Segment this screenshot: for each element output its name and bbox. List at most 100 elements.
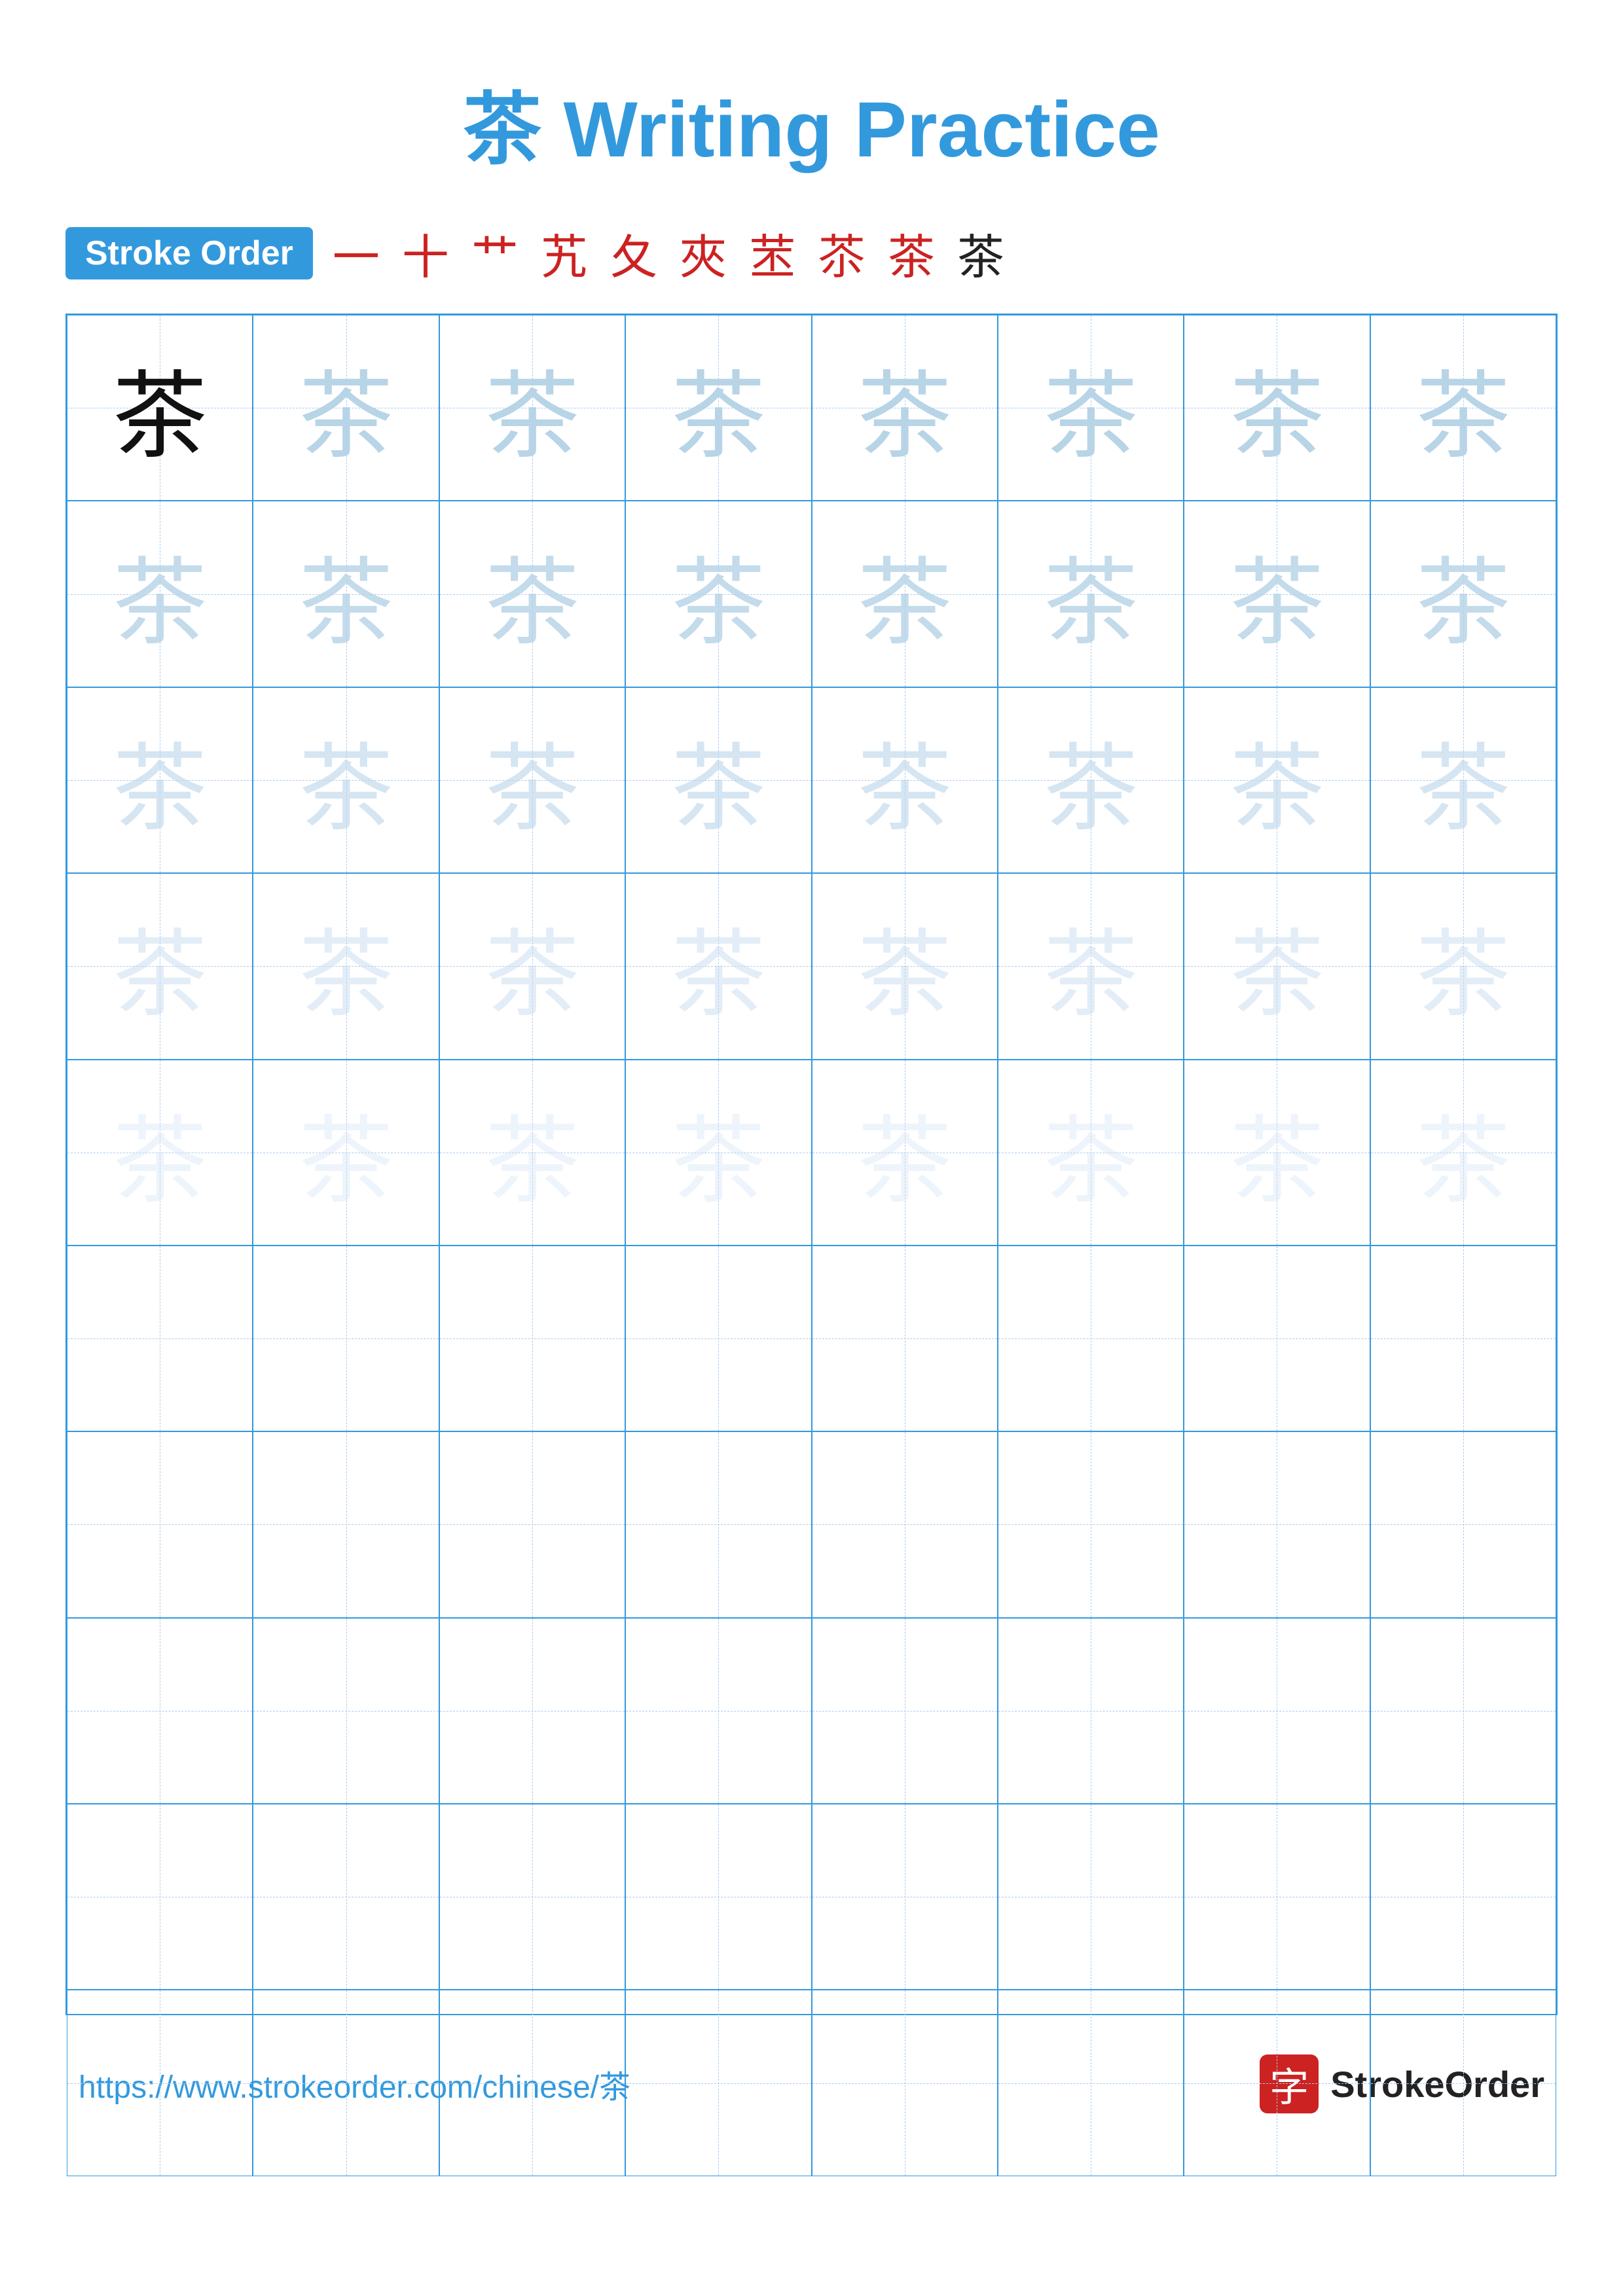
grid-cell [67, 1618, 253, 1804]
stroke-order-row: Stroke Order 一 十 艹 艽 夂 夾 苤 苶 茶 茶 [65, 219, 1558, 287]
grid-cell: 茶 [812, 315, 998, 501]
grid-cell: 茶 [1184, 315, 1370, 501]
grid-cell: 茶 [253, 315, 439, 501]
grid-cell: 茶 [67, 687, 253, 873]
practice-character: 茶 [1415, 526, 1510, 663]
practice-character: 茶 [1230, 1084, 1324, 1221]
grid-cell [812, 1246, 998, 1431]
grid-cell: 茶 [1370, 873, 1556, 1059]
grid-cell [998, 1804, 1184, 1990]
practice-character: 茶 [857, 526, 952, 663]
grid-cell [812, 1431, 998, 1617]
practice-character: 茶 [671, 1084, 766, 1221]
grid-cell [1370, 1804, 1556, 1990]
grid-cell: 茶 [625, 501, 811, 687]
grid-cell [1184, 1618, 1370, 1804]
practice-character: 茶 [857, 1084, 952, 1221]
page-title: 茶 Writing Practice [65, 65, 1558, 179]
grid-cell [625, 1431, 811, 1617]
practice-character: 茶 [1415, 339, 1510, 476]
grid-cell [812, 1990, 998, 2176]
grid-cell [1370, 1990, 1556, 2176]
grid-cell [812, 1804, 998, 1990]
practice-character: 茶 [857, 897, 952, 1035]
practice-character: 茶 [484, 526, 579, 663]
grid-cell [1184, 1804, 1370, 1990]
practice-character: 茶 [113, 339, 208, 476]
grid-cell: 茶 [439, 873, 625, 1059]
grid-cell: 茶 [625, 687, 811, 873]
grid-cell [439, 1246, 625, 1431]
grid-cell [998, 1618, 1184, 1804]
grid-cell [1370, 1431, 1556, 1617]
grid-cell: 茶 [253, 1060, 439, 1246]
grid-cell: 茶 [253, 873, 439, 1059]
grid-cell: 茶 [439, 687, 625, 873]
grid-cell: 茶 [812, 501, 998, 687]
practice-character: 茶 [1230, 897, 1324, 1035]
grid-cell: 茶 [625, 873, 811, 1059]
grid-cell [253, 1804, 439, 1990]
practice-character: 茶 [299, 526, 393, 663]
practice-character: 茶 [1230, 339, 1324, 476]
grid-cell: 茶 [67, 315, 253, 501]
practice-character: 茶 [113, 526, 208, 663]
grid-cell [998, 1431, 1184, 1617]
practice-character: 茶 [671, 897, 766, 1035]
practice-grid: 茶茶茶茶茶茶茶茶茶茶茶茶茶茶茶茶茶茶茶茶茶茶茶茶茶茶茶茶茶茶茶茶茶茶茶茶茶茶茶茶 [65, 314, 1558, 2015]
practice-character: 茶 [1415, 897, 1510, 1035]
grid-cell: 茶 [1370, 687, 1556, 873]
practice-character: 茶 [484, 711, 579, 849]
grid-cell: 茶 [625, 315, 811, 501]
grid-cell [67, 1804, 253, 1990]
grid-cell [1184, 1431, 1370, 1617]
grid-cell: 茶 [998, 315, 1184, 501]
grid-cell: 茶 [67, 1060, 253, 1246]
practice-character: 茶 [113, 1084, 208, 1221]
grid-cell: 茶 [67, 501, 253, 687]
grid-cell: 茶 [1184, 873, 1370, 1059]
grid-cell [253, 1246, 439, 1431]
grid-cell [439, 1804, 625, 1990]
grid-cell [67, 1990, 253, 2176]
practice-character: 茶 [671, 526, 766, 663]
grid-cell: 茶 [1370, 315, 1556, 501]
grid-cell [439, 1618, 625, 1804]
practice-character: 茶 [1415, 1084, 1510, 1221]
grid-cell [625, 1246, 811, 1431]
practice-character: 茶 [671, 339, 766, 476]
grid-cell [1184, 1246, 1370, 1431]
grid-cell: 茶 [998, 687, 1184, 873]
practice-character: 茶 [671, 711, 766, 849]
grid-cell: 茶 [1184, 501, 1370, 687]
grid-cell: 茶 [439, 501, 625, 687]
grid-cell [439, 1990, 625, 2176]
grid-cell [439, 1431, 625, 1617]
grid-cell [812, 1618, 998, 1804]
stroke-sequence: 一 十 艹 艽 夂 夾 苤 苶 茶 茶 [333, 219, 1010, 287]
grid-cell: 茶 [439, 1060, 625, 1246]
practice-character: 茶 [1415, 711, 1510, 849]
grid-cell [67, 1246, 253, 1431]
practice-character: 茶 [113, 711, 208, 849]
grid-cell [1370, 1618, 1556, 1804]
practice-character: 茶 [857, 711, 952, 849]
practice-character: 茶 [1230, 711, 1324, 849]
stroke-order-badge: Stroke Order [65, 227, 313, 279]
grid-cell: 茶 [625, 1060, 811, 1246]
grid-cell: 茶 [1370, 1060, 1556, 1246]
grid-cell [253, 1618, 439, 1804]
practice-character: 茶 [299, 711, 393, 849]
grid-cell: 茶 [439, 315, 625, 501]
practice-character: 茶 [1044, 897, 1139, 1035]
practice-character: 茶 [1044, 526, 1139, 663]
grid-cell: 茶 [812, 1060, 998, 1246]
practice-character: 茶 [1044, 339, 1139, 476]
grid-cell [253, 1431, 439, 1617]
practice-character: 茶 [484, 339, 579, 476]
practice-character: 茶 [299, 1084, 393, 1221]
practice-character: 茶 [299, 339, 393, 476]
grid-cell: 茶 [812, 687, 998, 873]
grid-cell: 茶 [998, 501, 1184, 687]
practice-character: 茶 [484, 897, 579, 1035]
